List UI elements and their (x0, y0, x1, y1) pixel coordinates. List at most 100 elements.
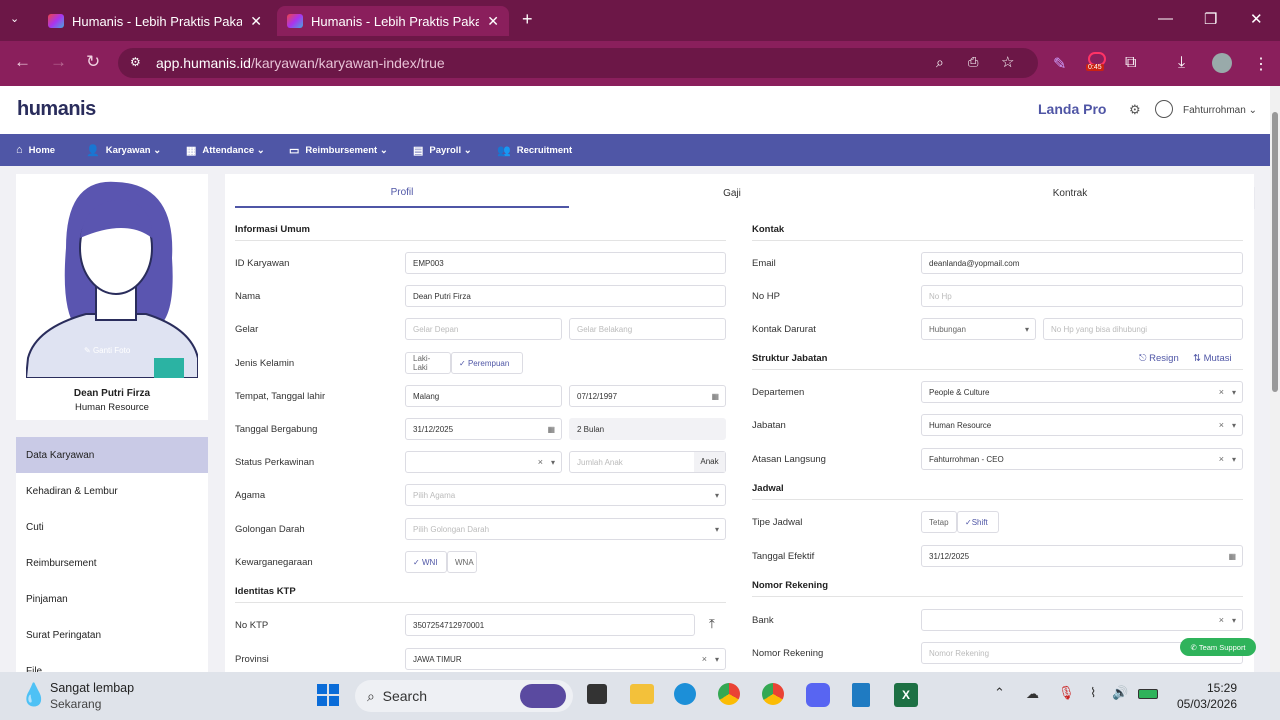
tray-overflow-icon[interactable]: ⌃ (994, 685, 1005, 701)
browser-menu-icon[interactable]: ⋮ (1253, 54, 1269, 74)
wifi-icon[interactable]: ⌇ (1090, 685, 1096, 701)
volume-icon[interactable]: 🔊 (1112, 685, 1128, 701)
page-scrollbar[interactable] (1270, 86, 1280, 672)
departemen-select[interactable]: People & Culture × ▾ (921, 381, 1243, 403)
new-tab-icon[interactable]: + (522, 9, 533, 30)
feather-extension-icon[interactable]: ✎ (1053, 54, 1066, 74)
install-app-icon[interactable]: ⎙ (968, 54, 978, 70)
download-icon[interactable]: ⤓ (1178, 54, 1185, 72)
clear-icon[interactable]: × (702, 654, 707, 664)
side-item-data-karyawan[interactable]: Data Karyawan (16, 437, 208, 473)
calendar-icon[interactable]: ▦ (1228, 552, 1236, 561)
gelar-depan-field[interactable]: Gelar Depan (405, 318, 562, 340)
minimize-icon[interactable]: — (1158, 10, 1173, 27)
close-tab-icon[interactable]: ✕ (487, 13, 499, 30)
side-item-file[interactable]: File (16, 653, 208, 673)
windows-start-icon[interactable] (317, 684, 339, 706)
taskbar-search[interactable]: ⌕ Search (355, 680, 573, 712)
tab-gaji[interactable]: Gaji (569, 178, 895, 208)
zoom-icon[interactable]: ⌕ (936, 54, 944, 71)
nav-attendance[interactable]: ▦ Attendance ⌄ (186, 134, 265, 166)
email-field[interactable]: deanlanda@yopmail.com (921, 252, 1243, 274)
bank-select[interactable]: × ▾ (921, 609, 1243, 631)
chrome-profile-1-icon[interactable] (718, 683, 740, 705)
edge-browser-icon[interactable] (674, 683, 696, 705)
change-photo-button[interactable]: ✎ Ganti Foto (84, 346, 130, 355)
agama-select[interactable]: Pilih Agama ▾ (405, 484, 726, 506)
notes-app-icon[interactable] (852, 683, 870, 707)
id-karyawan-field[interactable]: EMP003 (405, 252, 726, 274)
darurat-hp-field[interactable]: No Hp yang bisa dihubungi (1043, 318, 1243, 340)
no-hp-field[interactable]: No Hp (921, 285, 1243, 307)
tanggal-bergabung-field[interactable]: 31/12/2025 ▦ (405, 418, 562, 440)
gelar-belakang-field[interactable]: Gelar Belakang (569, 318, 726, 340)
user-avatar-icon[interactable] (1155, 100, 1173, 118)
forward-icon[interactable]: → (50, 52, 67, 72)
mutasi-link[interactable]: ⇅ Mutasi (1193, 353, 1232, 364)
clock-time[interactable]: 15:29 (1205, 681, 1237, 695)
scrollbar-thumb[interactable] (1272, 112, 1278, 392)
side-item-reimbursement[interactable]: Reimbursement (16, 545, 208, 581)
status-perkawinan-select[interactable]: × ▾ (405, 451, 562, 473)
nav-karyawan[interactable]: 👤 Karyawan ⌄ (86, 134, 161, 166)
tanggal-lahir-field[interactable]: 07/12/1997 ▦ (569, 385, 726, 407)
side-item-cuti[interactable]: Cuti (16, 509, 208, 545)
upload-icon[interactable]: ⤒ (709, 616, 715, 632)
close-window-icon[interactable]: ✕ (1250, 10, 1263, 28)
gender-laki-laki-toggle[interactable]: Laki-Laki (405, 352, 451, 374)
onedrive-icon[interactable]: ☁ (1026, 686, 1039, 702)
provinsi-select[interactable]: JAWA TIMUR × ▾ (405, 648, 726, 670)
chrome-icon[interactable] (762, 683, 784, 705)
tab-kontrak[interactable]: Kontrak (895, 178, 1245, 208)
reload-icon[interactable]: ↻ (86, 52, 100, 72)
clock-date[interactable]: 05/03/2026 (1170, 697, 1237, 711)
bookmark-star-icon[interactable]: ☆ (1001, 53, 1014, 71)
user-menu[interactable]: Fahturrohman ⌄ (1183, 105, 1257, 116)
tempat-lahir-field[interactable]: Malang (405, 385, 562, 407)
calendar-icon[interactable]: ▦ (711, 392, 719, 401)
timer-extension-icon[interactable]: 0:45 (1086, 52, 1108, 76)
browser-tab-2[interactable]: Humanis - Lebih Praktis Pakai H ✕ (277, 6, 509, 36)
nav-recruitment[interactable]: 👥 Recruitment (497, 134, 572, 166)
jadwal-tetap-toggle[interactable]: Tetap (921, 511, 957, 533)
discord-icon[interactable] (806, 683, 830, 707)
nav-reimbursement[interactable]: ▭ Reimbursement ⌄ (289, 134, 388, 166)
nama-field[interactable]: Dean Putri Firza (405, 285, 726, 307)
jumlah-anak-field[interactable]: Jumlah Anak Anak (569, 451, 726, 473)
jadwal-shift-toggle[interactable]: ✓ Shift (957, 511, 999, 533)
excel-icon[interactable]: X (894, 683, 918, 707)
url-bar[interactable]: ⚙ app.humanis.id/karyawan/karyawan-index… (118, 48, 1038, 78)
extensions-puzzle-icon[interactable]: ⧉ (1125, 54, 1136, 72)
side-item-kehadiran[interactable]: Kehadiran & Lembur (16, 473, 208, 509)
gender-perempuan-toggle[interactable]: ✓ Perempuan (451, 352, 523, 374)
profile-avatar-icon[interactable] (1212, 53, 1232, 73)
tab-list-chevron-icon[interactable]: ⌄ (10, 12, 19, 25)
clear-icon[interactable]: × (1219, 387, 1224, 397)
settings-gear-icon[interactable]: ⚙ (1129, 102, 1141, 118)
hubungan-select[interactable]: Hubungan ▾ (921, 318, 1036, 340)
resign-link[interactable]: ⎋ Resign (1139, 353, 1179, 364)
nav-home[interactable]: ⌂ Home (16, 134, 55, 166)
clear-icon[interactable]: × (1219, 420, 1224, 430)
browser-tab-1[interactable]: Humanis - Lebih Praktis Pakai H ✕ (38, 6, 272, 36)
clear-icon[interactable]: × (1219, 454, 1224, 464)
clear-icon[interactable]: × (538, 457, 543, 467)
no-ktp-field[interactable]: 3507254712970001 (405, 614, 695, 636)
file-explorer-icon[interactable] (630, 684, 654, 704)
site-info-icon[interactable]: ⚙ (130, 55, 141, 69)
wna-toggle[interactable]: WNA (447, 551, 477, 573)
jabatan-select[interactable]: Human Resource × ▾ (921, 414, 1243, 436)
terminal-app-icon[interactable] (587, 684, 607, 704)
microphone-icon[interactable]: 🎙 (1058, 685, 1075, 701)
close-tab-icon[interactable]: ✕ (250, 13, 262, 30)
team-support-button[interactable]: ✆ Team Support (1180, 638, 1256, 656)
atasan-select[interactable]: Fahturrohman - CEO × ▾ (921, 448, 1243, 470)
clear-icon[interactable]: × (1219, 615, 1224, 625)
wni-toggle[interactable]: ✓ WNI (405, 551, 447, 573)
battery-icon[interactable] (1138, 689, 1158, 699)
side-item-pinjaman[interactable]: Pinjaman (16, 581, 208, 617)
nav-payroll[interactable]: ▤ Payroll ⌄ (413, 134, 472, 166)
humanis-logo[interactable]: humanis (17, 98, 96, 121)
side-item-surat-peringatan[interactable]: Surat Peringatan (16, 617, 208, 653)
back-icon[interactable]: ← (14, 52, 31, 72)
